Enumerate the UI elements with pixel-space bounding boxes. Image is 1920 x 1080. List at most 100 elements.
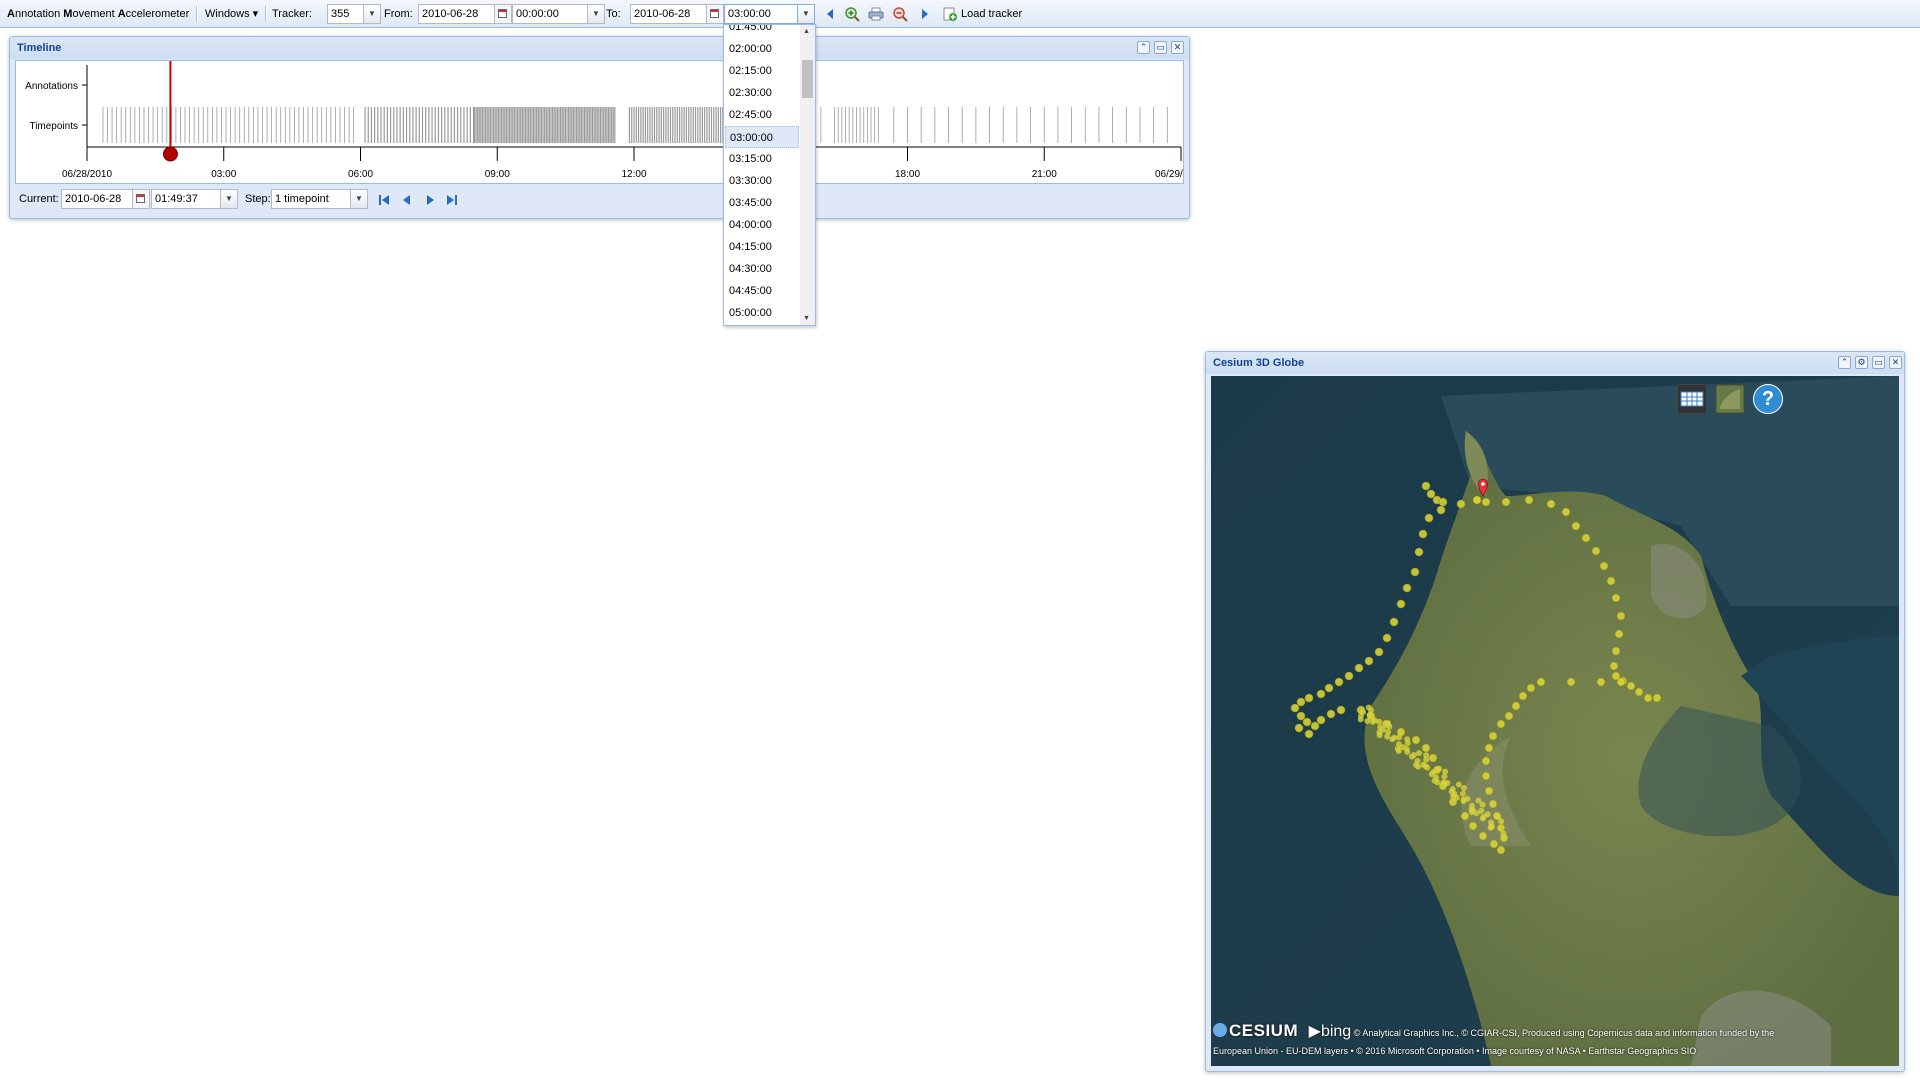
track-point bbox=[1382, 633, 1392, 643]
track-point bbox=[1460, 811, 1470, 821]
previous-icon[interactable] bbox=[822, 6, 838, 22]
from-time-trigger[interactable]: ▼ bbox=[588, 4, 605, 24]
track-point bbox=[1504, 711, 1514, 721]
settings-icon[interactable]: ⚙ bbox=[1855, 356, 1868, 369]
track-point bbox=[1496, 719, 1506, 729]
imagery-icon[interactable] bbox=[1715, 384, 1745, 414]
cesium-logo[interactable]: CESIUM bbox=[1213, 1021, 1298, 1040]
track-point bbox=[1436, 505, 1446, 515]
globe-viewport[interactable]: ? CESIUM ▶bing © Analytical Graphics Inc… bbox=[1211, 376, 1899, 1066]
time-option[interactable]: 03:15:00 bbox=[725, 148, 799, 170]
from-time-field[interactable]: 00:00:00 bbox=[512, 4, 588, 24]
close-icon[interactable]: ✕ bbox=[1889, 356, 1902, 369]
to-time-trigger[interactable]: ▼ bbox=[798, 4, 815, 24]
track-point bbox=[1386, 723, 1393, 730]
prev-step-icon[interactable] bbox=[400, 193, 414, 207]
time-option[interactable]: 03:45:00 bbox=[725, 192, 799, 214]
globe-window-header[interactable]: Cesium 3D Globe bbox=[1206, 352, 1904, 374]
track-point bbox=[1423, 756, 1430, 763]
time-option[interactable]: 02:00:00 bbox=[725, 38, 799, 60]
track-point bbox=[1334, 677, 1344, 687]
tracker-combo[interactable]: 355 bbox=[327, 4, 364, 24]
timeline-chart-area[interactable]: Annotations Timepoints 06/28/2010 03:00 06… bbox=[15, 60, 1184, 184]
zoom-in-icon[interactable] bbox=[844, 6, 860, 22]
timeline-cursor-handle[interactable] bbox=[162, 146, 178, 162]
bing-logo[interactable]: ▶bing bbox=[1309, 1023, 1352, 1040]
windows-menu[interactable]: Windows ▾ bbox=[205, 0, 258, 28]
time-option[interactable]: 03:00:00 bbox=[725, 126, 799, 148]
dropdown-scroll-thumb[interactable] bbox=[802, 60, 813, 98]
track-point bbox=[1566, 677, 1576, 687]
time-option[interactable]: 04:00:00 bbox=[725, 214, 799, 236]
satellite-map[interactable] bbox=[1211, 376, 1899, 1066]
maximize-icon[interactable]: ▭ bbox=[1154, 41, 1167, 54]
time-option[interactable]: 03:30:00 bbox=[725, 170, 799, 192]
current-date-field[interactable]: 2010-06-28 bbox=[61, 189, 133, 209]
from-calendar-icon[interactable] bbox=[495, 4, 512, 24]
to-time-field[interactable]: 03:00:00 bbox=[724, 4, 798, 24]
time-option[interactable]: 04:45:00 bbox=[725, 280, 799, 302]
help-icon[interactable]: ? bbox=[1753, 384, 1783, 414]
next-icon[interactable] bbox=[917, 6, 933, 22]
tracker-dropdown-trigger[interactable]: ▼ bbox=[364, 4, 381, 24]
to-calendar-icon[interactable] bbox=[707, 4, 724, 24]
current-time-trigger[interactable]: ▼ bbox=[221, 189, 238, 209]
next-step-icon[interactable] bbox=[423, 193, 437, 207]
collapse-icon[interactable]: ⌃ bbox=[1838, 356, 1851, 369]
track-point bbox=[1344, 671, 1354, 681]
close-icon[interactable]: ✕ bbox=[1171, 41, 1184, 54]
first-icon[interactable] bbox=[377, 193, 391, 207]
track-point bbox=[1421, 481, 1431, 491]
track-point bbox=[1426, 489, 1436, 499]
time-option[interactable]: 01:45:00 bbox=[725, 25, 799, 38]
print-icon[interactable] bbox=[868, 6, 884, 22]
current-calendar-icon[interactable] bbox=[133, 189, 150, 209]
row-label-annotations: Annotations bbox=[25, 81, 78, 92]
track-point bbox=[1294, 723, 1304, 733]
collapse-icon[interactable]: ⌃ bbox=[1137, 41, 1150, 54]
grid-icon[interactable] bbox=[1677, 384, 1707, 414]
track-point bbox=[1488, 799, 1498, 809]
timeline-window-header[interactable]: Timeline bbox=[10, 37, 1189, 59]
last-icon[interactable] bbox=[445, 193, 459, 207]
zoom-out-icon[interactable] bbox=[892, 6, 908, 22]
scroll-up-icon[interactable]: ▲ bbox=[803, 28, 810, 35]
tracker-label: Tracker: bbox=[272, 8, 312, 20]
timeline-chart[interactable]: Annotations Timepoints 06/28/2010 03:00 06… bbox=[16, 61, 1183, 183]
track-point bbox=[1396, 734, 1403, 741]
track-point bbox=[1481, 497, 1491, 507]
track-point bbox=[1616, 677, 1626, 687]
track-point bbox=[1438, 497, 1448, 507]
maximize-icon[interactable]: ▭ bbox=[1872, 356, 1885, 369]
from-date-field[interactable]: 2010-06-28 bbox=[418, 4, 495, 24]
time-option[interactable]: 02:30:00 bbox=[725, 82, 799, 104]
track-point bbox=[1404, 740, 1411, 746]
scroll-down-icon[interactable]: ▼ bbox=[803, 315, 810, 322]
time-option[interactable]: 05:00:00 bbox=[725, 302, 799, 324]
time-option[interactable]: 02:15:00 bbox=[725, 60, 799, 82]
step-trigger[interactable]: ▼ bbox=[351, 189, 368, 209]
track-point bbox=[1634, 687, 1644, 697]
dropdown-scrollbar[interactable]: ▲ ▼ bbox=[800, 25, 815, 325]
to-date-field[interactable]: 2010-06-28 bbox=[630, 4, 707, 24]
load-tracker-icon[interactable] bbox=[942, 6, 958, 22]
time-option[interactable]: 02:45:00 bbox=[725, 104, 799, 126]
time-option[interactable]: 04:30:00 bbox=[725, 258, 799, 280]
load-tracker-button[interactable]: Load tracker bbox=[961, 0, 1022, 28]
credit-line-2: European Union - EU-DEM layers • © 2016 … bbox=[1213, 1046, 1697, 1056]
track-point bbox=[1357, 716, 1364, 723]
track-point bbox=[1611, 593, 1621, 603]
current-time-field[interactable]: 01:49:37 bbox=[151, 189, 221, 209]
track-point bbox=[1501, 497, 1511, 507]
track-point bbox=[1609, 661, 1619, 671]
track-point bbox=[1536, 677, 1546, 687]
track-point bbox=[1304, 729, 1314, 739]
track-point bbox=[1389, 617, 1399, 627]
step-combo[interactable]: 1 timepoint bbox=[271, 189, 351, 209]
track-point bbox=[1402, 583, 1412, 593]
track-point bbox=[1479, 815, 1486, 822]
time-dropdown-list[interactable]: 01:45:00 02:00:00 02:15:00 02:30:00 02:45:00… bbox=[723, 24, 816, 326]
time-option[interactable]: 04:15:00 bbox=[725, 236, 799, 258]
track-point bbox=[1481, 771, 1491, 781]
track-point bbox=[1518, 691, 1528, 701]
